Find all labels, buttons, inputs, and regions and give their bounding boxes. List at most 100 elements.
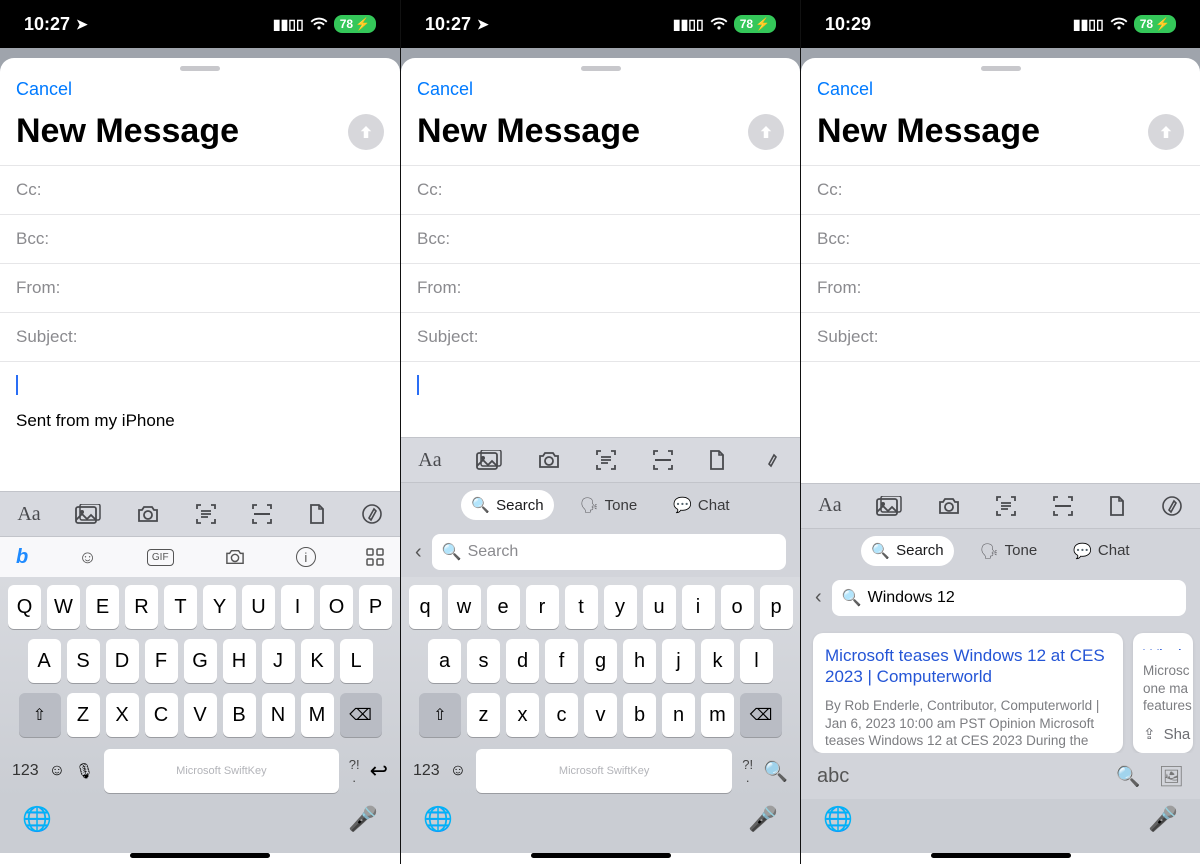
- result-card-peek[interactable]: WindoRepor https:// Microsc one ma featu…: [1133, 633, 1193, 754]
- attachment-doc-icon[interactable]: [708, 449, 726, 471]
- emoji-key[interactable]: ☺: [49, 762, 65, 780]
- message-body[interactable]: [401, 362, 800, 399]
- result-card[interactable]: Microsoft teases Windows 12 at CES 2023 …: [813, 633, 1123, 754]
- send-button[interactable]: [748, 114, 784, 150]
- send-button[interactable]: [1148, 114, 1184, 150]
- cc-field[interactable]: Cc:: [801, 166, 1200, 215]
- key-s[interactable]: S: [67, 639, 100, 683]
- key-t[interactable]: T: [164, 585, 197, 629]
- bing-search-input[interactable]: 🔍 Windows 12: [832, 580, 1186, 616]
- mic-icon[interactable]: 🎤: [1148, 805, 1178, 834]
- text-format-icon[interactable]: Aa: [418, 449, 441, 472]
- key-u[interactable]: u: [643, 585, 676, 629]
- punctuation-key[interactable]: ?!.: [349, 758, 360, 784]
- back-button[interactable]: ‹: [415, 541, 422, 564]
- markup-icon[interactable]: [1161, 495, 1183, 517]
- globe-icon[interactable]: 🌐: [423, 805, 453, 834]
- message-body[interactable]: Sent from my iPhone: [0, 362, 400, 435]
- search-chip[interactable]: 🔍Search: [461, 490, 553, 520]
- cancel-button[interactable]: Cancel: [417, 79, 473, 100]
- bcc-field[interactable]: Bcc:: [401, 215, 800, 264]
- camera-icon[interactable]: [136, 504, 160, 524]
- cancel-button[interactable]: Cancel: [16, 79, 72, 100]
- shift-key[interactable]: ⇧: [419, 693, 461, 737]
- key-l[interactable]: L: [340, 639, 373, 683]
- key-a[interactable]: a: [428, 639, 461, 683]
- mic-icon[interactable]: 🎤: [748, 805, 778, 834]
- numeric-key[interactable]: 123: [12, 762, 39, 780]
- key-q[interactable]: q: [409, 585, 442, 629]
- key-n[interactable]: N: [262, 693, 295, 737]
- cc-field[interactable]: Cc:: [401, 166, 800, 215]
- info-icon[interactable]: i: [296, 547, 316, 567]
- key-p[interactable]: p: [760, 585, 793, 629]
- image-mode-icon[interactable]: 🖼: [1159, 764, 1184, 789]
- key-x[interactable]: x: [506, 693, 539, 737]
- attachment-doc-icon[interactable]: [1108, 495, 1126, 517]
- key-s[interactable]: s: [467, 639, 500, 683]
- key-w[interactable]: w: [448, 585, 481, 629]
- key-k[interactable]: K: [301, 639, 334, 683]
- scan-text-icon[interactable]: [995, 495, 1017, 517]
- key-y[interactable]: Y: [203, 585, 236, 629]
- key-p[interactable]: P: [359, 585, 392, 629]
- search-results[interactable]: Microsoft teases Windows 12 at CES 2023 …: [801, 623, 1200, 754]
- key-r[interactable]: r: [526, 585, 559, 629]
- back-button[interactable]: ‹: [815, 586, 822, 609]
- tone-chip[interactable]: 🗣Tone: [570, 490, 648, 520]
- key-b[interactable]: b: [623, 693, 656, 737]
- key-t[interactable]: t: [565, 585, 598, 629]
- key-o[interactable]: o: [721, 585, 754, 629]
- dictation-key[interactable]: 🎙: [75, 762, 94, 780]
- backspace-key[interactable]: ⌫: [740, 693, 782, 737]
- key-j[interactable]: j: [662, 639, 695, 683]
- tone-chip[interactable]: 🗣Tone: [970, 536, 1048, 566]
- sheet-grabber[interactable]: [981, 66, 1021, 71]
- key-m[interactable]: M: [301, 693, 334, 737]
- sheet-grabber[interactable]: [180, 66, 220, 71]
- subject-field[interactable]: Subject:: [401, 313, 800, 362]
- scan-doc-icon[interactable]: [1052, 495, 1074, 517]
- key-c[interactable]: c: [545, 693, 578, 737]
- scan-text-icon[interactable]: [595, 449, 617, 471]
- spacebar[interactable]: Microsoft SwiftKey: [476, 749, 732, 793]
- search-chip[interactable]: 🔍Search: [861, 536, 953, 566]
- return-key[interactable]: ↩: [370, 758, 388, 784]
- key-f[interactable]: F: [145, 639, 178, 683]
- shift-key[interactable]: ⇧: [19, 693, 61, 737]
- key-i[interactable]: i: [682, 585, 715, 629]
- home-indicator[interactable]: [931, 853, 1071, 858]
- key-v[interactable]: v: [584, 693, 617, 737]
- keyboard[interactable]: QWERTYUIOP ASDFGHJKL ⇧ ZXCVBNM ⌫ 123 ☺ 🎙…: [0, 577, 400, 799]
- key-d[interactable]: D: [106, 639, 139, 683]
- home-indicator[interactable]: [130, 853, 270, 858]
- key-n[interactable]: n: [662, 693, 695, 737]
- key-f[interactable]: f: [545, 639, 578, 683]
- key-e[interactable]: e: [487, 585, 520, 629]
- key-k[interactable]: k: [701, 639, 734, 683]
- mic-icon[interactable]: 🎤: [348, 805, 378, 834]
- scan-text-icon[interactable]: [195, 503, 217, 525]
- key-c[interactable]: C: [145, 693, 178, 737]
- key-v[interactable]: V: [184, 693, 217, 737]
- spacebar[interactable]: Microsoft SwiftKey: [104, 749, 339, 793]
- key-a[interactable]: A: [28, 639, 61, 683]
- key-u[interactable]: U: [242, 585, 275, 629]
- key-i[interactable]: I: [281, 585, 314, 629]
- bing-icon[interactable]: b: [16, 546, 28, 569]
- globe-icon[interactable]: 🌐: [823, 805, 853, 834]
- emoji-key[interactable]: ☺: [450, 762, 466, 780]
- chat-chip[interactable]: 💬Chat: [663, 490, 739, 520]
- chat-chip[interactable]: 💬Chat: [1063, 536, 1139, 566]
- camera-icon[interactable]: [537, 450, 561, 470]
- text-format-icon[interactable]: Aa: [17, 503, 40, 526]
- key-e[interactable]: E: [86, 585, 119, 629]
- key-z[interactable]: Z: [67, 693, 100, 737]
- gif-icon[interactable]: GIF: [147, 549, 174, 566]
- key-d[interactable]: d: [506, 639, 539, 683]
- markup-icon[interactable]: [761, 449, 783, 471]
- from-field[interactable]: From:: [401, 264, 800, 313]
- camera-icon[interactable]: [224, 548, 246, 566]
- key-y[interactable]: y: [604, 585, 637, 629]
- key-h[interactable]: h: [623, 639, 656, 683]
